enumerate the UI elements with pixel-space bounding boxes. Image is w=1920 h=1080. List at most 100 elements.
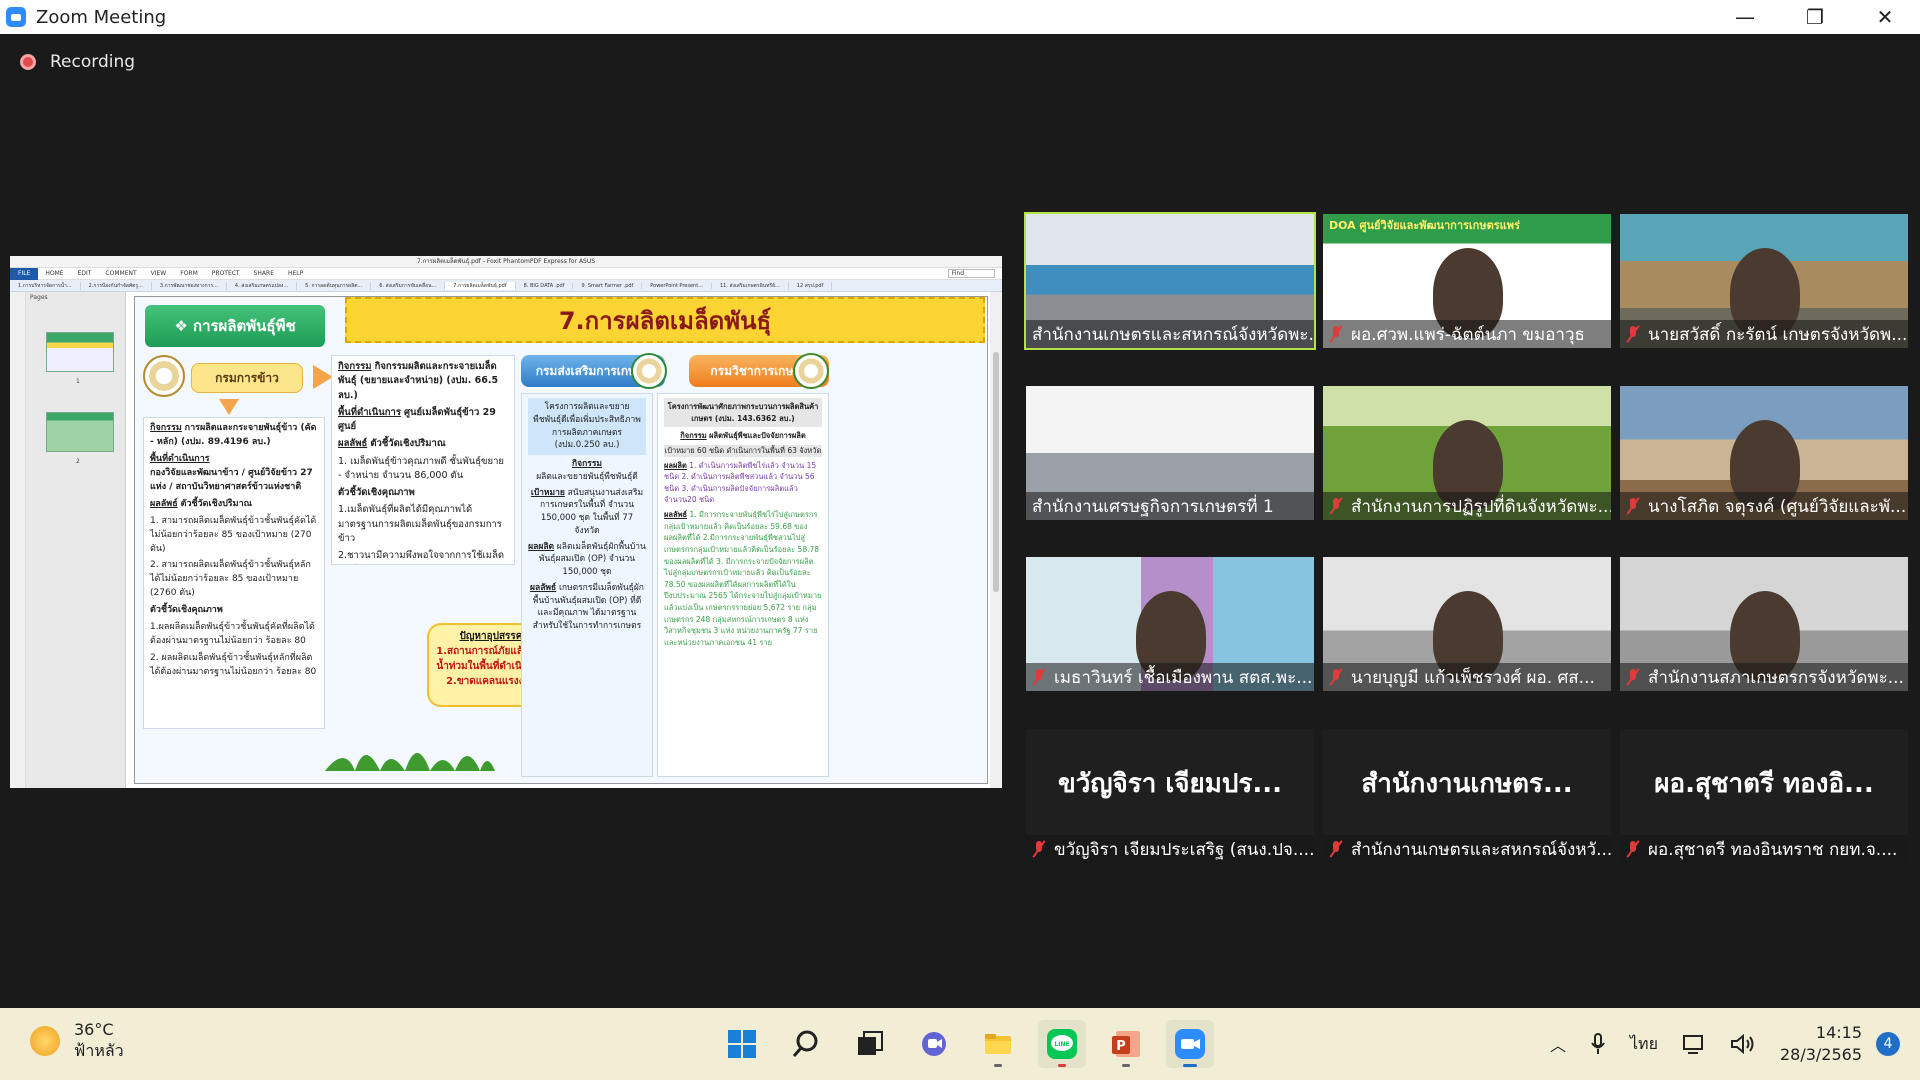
doc-tab[interactable]: 2.การป้องกันกำจัดศัตรู... (81, 281, 152, 290)
quant-indicator: ตัวชี้วัดเชิงปริมาณ (180, 498, 252, 509)
doc-tab[interactable]: 4. ส่งเสริมเกษตรแปลง... (227, 281, 298, 290)
qual-indicator: ตัวชี้วัดเชิงคุณภาพ (338, 487, 415, 498)
mic-muted-icon (1032, 668, 1046, 686)
participant-tile[interactable]: นายสวัสดิ์ กะรัตน์ เกษตรจังหวัดพ... (1620, 214, 1908, 348)
participant-tile[interactable]: DOA ศูนย์วิจัยและพัฒนาการเกษตรแพร่ ผอ.ศวพ… (1323, 214, 1611, 348)
participant-name-bar: สำนักงานการปฏิรูปที่ดินจังหวัดพะ... (1323, 492, 1611, 520)
pdf-page: ❖ การผลิตพันธุ์พืช 7.การผลิตเมล็ดพันธุ์ … (134, 296, 988, 784)
input-language[interactable]: ไทย (1630, 1032, 1658, 1057)
minimize-button[interactable]: — (1710, 0, 1780, 34)
clock[interactable]: 14:15 28/3/2565 (1780, 1022, 1862, 1065)
participant-name-bar: ผอ.สุชาตรี ทองอินทราช กยท.จ.... (1620, 835, 1908, 863)
participant-name-bar: นางโสภิต จตุรงค์ (ศูนย์วิจัยและพั... (1620, 492, 1908, 520)
participant-tile[interactable]: ผอ.สุชาตรี ทองอิ... ผอ.สุชาตรี ทองอินทราช… (1620, 729, 1908, 863)
close-button[interactable]: ✕ (1850, 0, 1920, 34)
banner-text: ศูนย์วิจัยและพัฒนาการเกษตรแพร่ (1355, 219, 1520, 232)
file-explorer-button[interactable] (974, 1020, 1022, 1068)
qual-item: 1.เมล็ดพันธุ์ที่ผลิตได้มีคุณภาพได้มาตรฐา… (338, 504, 502, 544)
output-text: ผลิตเมล็ดพันธุ์ผักพื้นบ้านพันธุ์ผสมเปิด … (538, 541, 646, 578)
label-area: พื้นที่ดำเนินการ (150, 453, 210, 464)
participant-tile[interactable]: สำนักงานเกษตรและสหกรณ์จังหวัดพะ... (1024, 212, 1316, 350)
network-icon[interactable] (1682, 1033, 1706, 1055)
page-thumbnail[interactable] (46, 332, 114, 372)
participant-tile[interactable]: สำนักงานการปฏิรูปที่ดินจังหวัดพะ... (1323, 386, 1611, 520)
quant-item: 2. สามารถผลิตเมล็ดพันธุ์ข้าวชั้นพันธุ์หล… (150, 560, 311, 599)
menu-protect[interactable]: PROTECT (212, 270, 240, 277)
volume-icon[interactable] (1730, 1033, 1756, 1055)
vertical-scrollbar[interactable] (990, 292, 1002, 788)
recording-indicator[interactable]: Recording (20, 52, 135, 72)
doc-tab[interactable]: 3.การพัฒนาช่องทางการ... (152, 281, 227, 290)
microphone-icon[interactable] (1590, 1032, 1606, 1056)
document-tabs: 1.การบริหารจัดการน้ำ... 2.การป้องกันกำจั… (10, 280, 1002, 292)
participant-name-bar: สำนักงานเกษตรและสหกรณ์จังหวัดพะ... (1026, 320, 1314, 348)
participant-name-bar: ขวัญจิรา เจียมประเสริฐ (สนง.ปจ.... (1026, 835, 1314, 863)
find-input[interactable]: Find (947, 269, 995, 278)
start-button[interactable] (718, 1020, 766, 1068)
participant-tile[interactable]: สำนักงานเกษตร... สำนักงานเกษตรและสหกรณ์จั… (1323, 729, 1611, 863)
target-text: เป้าหมาย 60 ชนิด ดำเนินการในพื้นที่ 63 จ… (664, 444, 822, 457)
line-app-button[interactable]: LINE (1038, 1020, 1086, 1068)
doc-tab[interactable]: 1.การบริหารจัดการน้ำ... (10, 281, 81, 290)
participant-name: เมธาวินทร์ เชื้อเมืองพาน สตส.พะ... (1054, 667, 1313, 688)
menu-file[interactable]: FILE (10, 267, 39, 280)
slide-title: 7.การผลิตเมล็ดพันธุ์ (345, 297, 985, 343)
participant-name: นางโสภิต จตุรงค์ (ศูนย์วิจัยและพั... (1648, 496, 1907, 517)
participant-tile[interactable]: สำนักงานเศรษฐกิจการเกษตรที่ 1 (1026, 386, 1314, 520)
doc-tab-active[interactable]: 7.การผลิตเมล็ดพันธุ์.pdf (445, 281, 516, 290)
participant-name: สำนักงานการปฏิรูปที่ดินจังหวัดพะ... (1351, 496, 1611, 517)
shared-screen[interactable]: 7.การผลิตเมล็ดพันธุ์.pdf - Foxit Phantom… (10, 256, 1002, 788)
pages-label: Pages (30, 294, 48, 301)
participant-tile[interactable]: สำนักงานสภาเกษตรกรจังหวัดพะ... (1620, 557, 1908, 691)
doc-tab[interactable]: 8. BIG DATA .pdf (516, 282, 574, 289)
participant-display-name: ผอ.สุชาตรี ทองอิ... (1654, 769, 1874, 799)
doc-tab[interactable]: 5. การลดต้นทุนการผลิต... (297, 281, 372, 290)
zoom-app-button[interactable] (1166, 1020, 1214, 1068)
label-outcome: ผลลัพธ์ (150, 498, 178, 509)
task-view-button[interactable] (846, 1020, 894, 1068)
doc-tab[interactable]: 6. ส่งเสริมการขับเคลื่อน... (371, 281, 446, 290)
menu-edit[interactable]: EDIT (78, 270, 92, 277)
project-text: โครงการผลิตและขยายพืชพันธุ์ดีเพื่อเพิ่มป… (528, 398, 646, 455)
powerpoint-button[interactable]: P (1102, 1020, 1150, 1068)
qual-item: 1.ผลผลิตเมล็ดพันธุ์ข้าวชั้นพันธุ์คัดที่ผ… (150, 622, 315, 647)
participant-tile[interactable]: นายบุญมี แก้วเพ็ชรวงศ์ ผอ. ศส... (1323, 557, 1611, 691)
dept-rice-label: กรมการข้าว (191, 363, 303, 393)
notification-badge[interactable]: 4 (1876, 1032, 1900, 1056)
doc-tab[interactable]: 12 สรุป.pdf (789, 281, 833, 290)
search-button[interactable] (782, 1020, 830, 1068)
doc-tab[interactable]: PowerPoint Present... (642, 282, 712, 289)
label-outcome: ผลลัพธ์ (338, 438, 368, 450)
menu-home[interactable]: HOME (45, 270, 63, 277)
participant-tile[interactable]: เมธาวินทร์ เชื้อเมืองพาน สตส.พะ... (1026, 557, 1314, 691)
participant-tile[interactable]: ขวัญจิรา เจียมปร... ขวัญจิรา เจียมประเสริ… (1026, 729, 1314, 863)
meeting-stage: Recording 7.การผลิตเมล็ดพันธุ์.pdf - Fox… (0, 34, 1920, 1008)
maximize-button[interactable]: ❐ (1780, 0, 1850, 34)
doc-tab[interactable]: 11. ส่งเสริมเกษตรอินทรีย์... (712, 281, 789, 290)
video-banner: DOA ศูนย์วิจัยและพัฒนาการเกษตรแพร่ (1323, 214, 1611, 242)
menu-view[interactable]: VIEW (151, 270, 167, 277)
doc-tab[interactable]: 9. Smart Farmer .pdf (573, 282, 643, 289)
activity-text: ผลิตและขยายพันธุ์พืชพันธุ์ดี (536, 471, 638, 482)
weather-widget[interactable]: 36°C ฟ้าหลัว (30, 1020, 124, 1062)
participant-name-bar: นายบุญมี แก้วเพ็ชรวงศ์ ผอ. ศส... (1323, 663, 1611, 691)
menu-share[interactable]: SHARE (254, 270, 274, 277)
label-activity: กิจกรรม (571, 459, 602, 469)
menu-form[interactable]: FORM (180, 270, 198, 277)
weather-sun-icon (30, 1025, 60, 1056)
participant-name: สำนักงานเศรษฐกิจการเกษตรที่ 1 (1032, 496, 1274, 517)
participant-name-bar: สำนักงานเศรษฐกิจการเกษตรที่ 1 (1026, 492, 1314, 520)
menu-help[interactable]: HELP (288, 270, 303, 277)
quant-indicator: ตัวชี้วัดเชิงปริมาณ (370, 438, 446, 450)
teams-chat-button[interactable] (910, 1020, 958, 1068)
show-hidden-icons-icon[interactable]: ︿ (1550, 1032, 1566, 1056)
participant-tile[interactable]: นางโสภิต จตุรงค์ (ศูนย์วิจัยและพั... (1620, 386, 1908, 520)
pages-panel: Pages 1 2 (26, 292, 126, 788)
foxit-titlebar: 7.การผลิตเมล็ดพันธุ์.pdf - Foxit Phantom… (10, 256, 1002, 268)
menu-comment[interactable]: COMMENT (105, 270, 136, 277)
grass-decoration-icon (325, 753, 495, 771)
acad-dept-logo-icon (793, 353, 829, 389)
record-icon (20, 54, 36, 70)
page-thumbnail[interactable] (46, 412, 114, 452)
mic-muted-icon (1626, 325, 1640, 343)
